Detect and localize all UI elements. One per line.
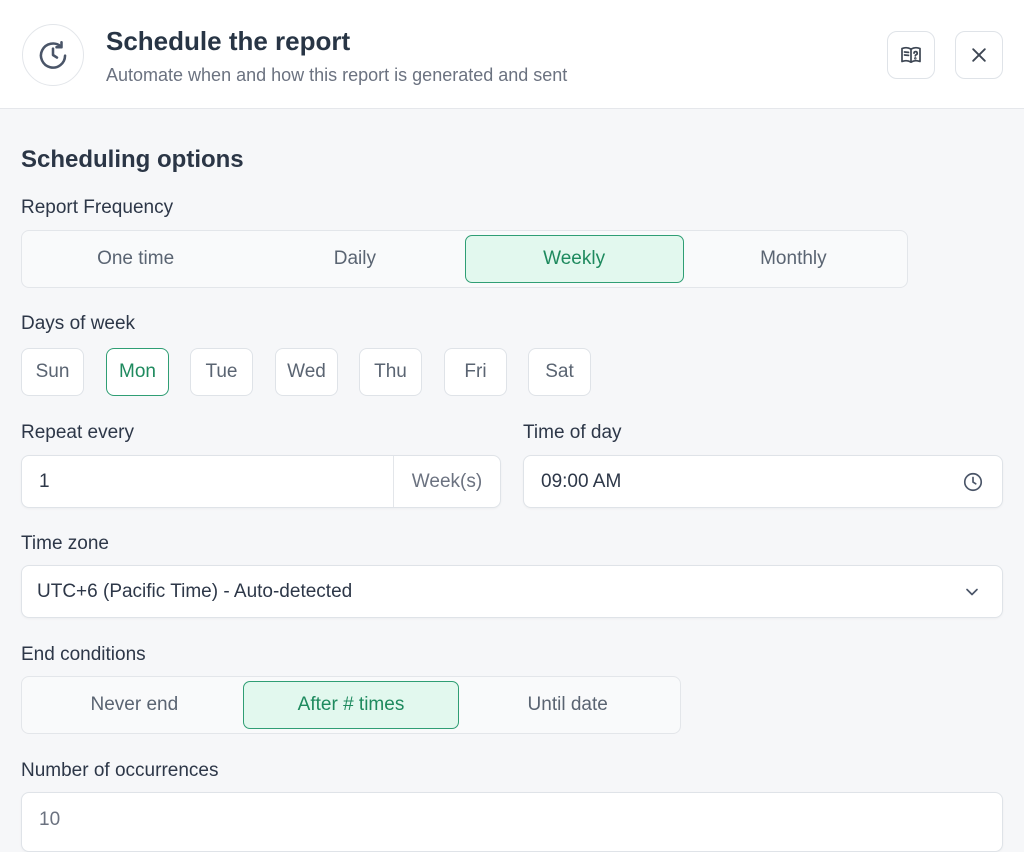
timezone-select[interactable]: UTC+6 (Pacific Time) - Auto-detected — [21, 565, 1003, 618]
occurrences-input[interactable]: 10 — [21, 792, 1003, 852]
day-thu[interactable]: Thu — [359, 348, 422, 396]
close-button[interactable] — [955, 31, 1003, 79]
dialog-header: Schedule the report Automate when and ho… — [0, 0, 1024, 109]
day-fri[interactable]: Fri — [444, 348, 507, 396]
time-input[interactable]: 09:00 AM — [523, 455, 1003, 508]
time-value: 09:00 AM — [541, 456, 621, 507]
chevron-down-icon — [962, 566, 982, 617]
day-mon[interactable]: Mon — [106, 348, 169, 396]
timezone-value: UTC+6 (Pacific Time) - Auto-detected — [37, 566, 352, 617]
dialog-title: Schedule the report — [106, 26, 350, 57]
frequency-option-daily[interactable]: Daily — [245, 235, 464, 283]
dialog-subtitle: Automate when and how this report is gen… — [106, 65, 567, 86]
repeat-value: 1 — [39, 456, 50, 507]
close-icon — [969, 45, 989, 65]
end-option-never[interactable]: Never end — [26, 681, 243, 729]
frequency-segmented-control: One time Daily Weekly Monthly — [21, 230, 908, 288]
repeat-input[interactable]: 1 Week(s) — [21, 455, 501, 508]
frequency-option-weekly[interactable]: Weekly — [465, 235, 684, 283]
frequency-option-monthly[interactable]: Monthly — [684, 235, 903, 283]
day-wed[interactable]: Wed — [275, 348, 338, 396]
help-button[interactable] — [887, 31, 935, 79]
time-label: Time of day — [523, 422, 622, 444]
clock-refresh-icon — [22, 24, 84, 86]
frequency-label: Report Frequency — [21, 197, 173, 219]
occurrences-value: 10 — [39, 793, 60, 846]
days-label: Days of week — [21, 313, 135, 335]
repeat-label: Repeat every — [21, 422, 134, 444]
end-option-until-date[interactable]: Until date — [459, 681, 676, 729]
end-option-after-times[interactable]: After # times — [243, 681, 460, 729]
clock-icon[interactable] — [962, 456, 984, 507]
book-help-icon — [899, 43, 923, 67]
end-conditions-label: End conditions — [21, 644, 146, 666]
day-sat[interactable]: Sat — [528, 348, 591, 396]
timezone-label: Time zone — [21, 533, 109, 555]
day-sun[interactable]: Sun — [21, 348, 84, 396]
day-tue[interactable]: Tue — [190, 348, 253, 396]
section-title: Scheduling options — [21, 146, 244, 174]
repeat-unit: Week(s) — [393, 456, 500, 507]
frequency-option-one-time[interactable]: One time — [26, 235, 245, 283]
end-conditions-segmented-control: Never end After # times Until date — [21, 676, 681, 734]
occurrences-label: Number of occurrences — [21, 760, 218, 782]
